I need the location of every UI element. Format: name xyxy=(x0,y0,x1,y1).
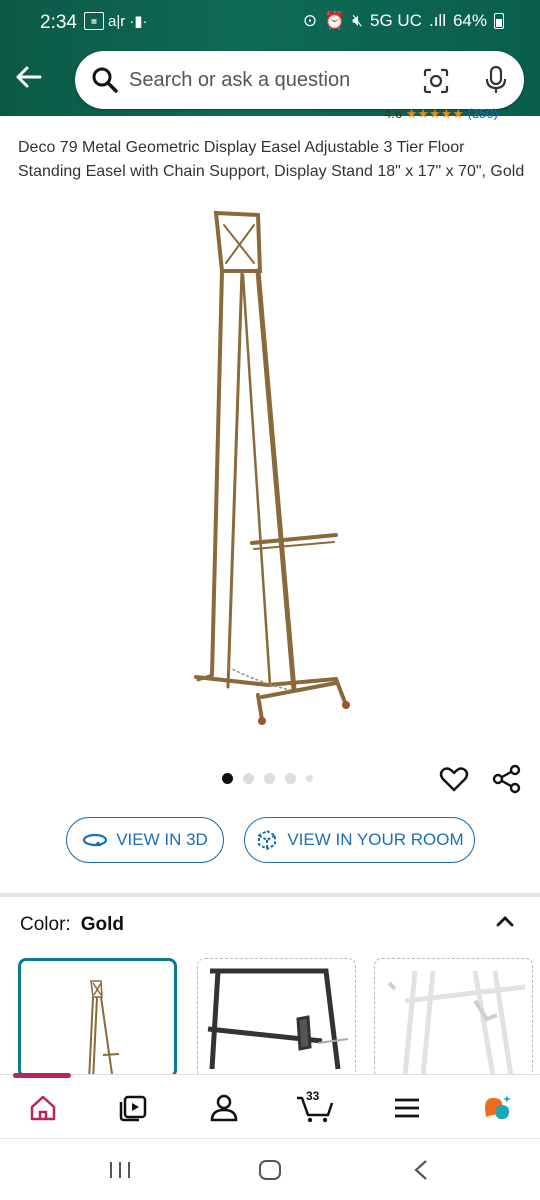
gold-easel-thumbnail xyxy=(88,980,120,1075)
notification-icons: ▦ a|r ·▮· xyxy=(84,12,147,30)
system-navigation-bar xyxy=(0,1138,540,1200)
header: 2:34 ▦ a|r ·▮· ⊙ ⏰ 🔇︎ 5G UC .ıll 64% xyxy=(0,0,540,116)
account-icon[interactable] xyxy=(209,1093,239,1123)
battery-label: 64% xyxy=(452,11,487,30)
white-easel-thumbnail xyxy=(387,970,526,1077)
carousel-dot[interactable] xyxy=(285,773,296,784)
vibrate-icon: ·▮· xyxy=(129,13,148,30)
carousel-dot[interactable] xyxy=(306,775,313,782)
search-input[interactable] xyxy=(129,63,399,97)
view-in-3d-label: VIEW IN 3D xyxy=(116,830,208,849)
menu-icon[interactable] xyxy=(392,1093,422,1123)
amazon-product-page: 2:34 ▦ a|r ·▮· ⊙ ⏰ 🔇︎ 5G UC .ıll 64% Sea… xyxy=(0,0,540,1200)
carousel-dot[interactable] xyxy=(264,773,275,784)
home-button-icon[interactable] xyxy=(258,1159,282,1181)
search-bar[interactable] xyxy=(75,51,524,109)
search-icon xyxy=(92,67,118,93)
rating-stars: ★★★★★ xyxy=(405,106,464,120)
lock-icon: ⊙ xyxy=(302,11,318,30)
alarm-icon: ⏰ xyxy=(324,11,346,30)
color-swatch-white[interactable] xyxy=(374,958,533,1078)
camera-scan-icon[interactable] xyxy=(423,68,449,94)
cart-icon[interactable] xyxy=(296,1093,334,1123)
view-in-3d-button[interactable]: VIEW IN 3D xyxy=(66,817,224,863)
chevron-up-icon[interactable] xyxy=(494,910,516,932)
color-selector-header[interactable]: Color: Gold xyxy=(20,914,124,936)
rating-value: 4.6 xyxy=(384,106,403,120)
carousel-dot[interactable] xyxy=(243,773,254,784)
rotate-3d-icon xyxy=(83,833,108,847)
color-swatch-gold[interactable] xyxy=(18,958,177,1078)
share-icon[interactable] xyxy=(492,764,522,794)
home-icon[interactable] xyxy=(28,1093,58,1123)
microphone-icon[interactable] xyxy=(485,65,507,95)
color-swatch-black[interactable] xyxy=(197,958,356,1078)
image-carousel-dots[interactable] xyxy=(222,773,313,784)
rufus-icon[interactable] xyxy=(482,1093,512,1123)
color-value: Gold xyxy=(80,914,124,935)
rating-summary[interactable]: 4.6 ★★★★★ (350) xyxy=(384,106,498,120)
view-in-your-room-button[interactable]: VIEW IN YOUR ROOM xyxy=(244,817,475,863)
rating-count: (350) xyxy=(467,106,498,120)
status-bar: 2:34 ▦ a|r ·▮· ⊙ ⏰ 🔇︎ 5G UC .ıll 64% xyxy=(0,0,540,46)
status-time: 2:34 xyxy=(40,12,77,33)
battery-icon xyxy=(494,13,504,29)
mute-icon: 🔇︎ xyxy=(352,11,363,30)
status-right: ⊙ ⏰ 🔇︎ 5G UC .ıll 64% xyxy=(303,11,504,31)
view-in-your-room-label: VIEW IN YOUR ROOM xyxy=(287,830,464,849)
air-icon: a|r xyxy=(108,12,126,30)
product-title: Deco 79 Metal Geometric Display Easel Ad… xyxy=(18,139,525,180)
back-button-icon[interactable] xyxy=(412,1159,430,1181)
recent-apps-icon[interactable] xyxy=(108,1160,132,1180)
signal-icon: .ıll xyxy=(428,11,446,30)
ar-cube-icon xyxy=(258,829,277,851)
black-easel-thumbnail xyxy=(207,968,349,1070)
product-image[interactable] xyxy=(150,205,390,735)
video-icon[interactable] xyxy=(118,1093,148,1123)
color-label: Color: xyxy=(20,914,71,935)
nav-active-indicator xyxy=(13,1073,71,1078)
network-label: 5G UC xyxy=(370,11,422,30)
back-arrow-icon[interactable] xyxy=(14,62,44,92)
heart-icon[interactable] xyxy=(439,764,469,794)
calendar-icon: ▦ xyxy=(84,12,104,30)
carousel-dot[interactable] xyxy=(222,773,233,784)
bottom-navigation: 33 xyxy=(0,1073,540,1138)
section-divider xyxy=(0,893,540,897)
